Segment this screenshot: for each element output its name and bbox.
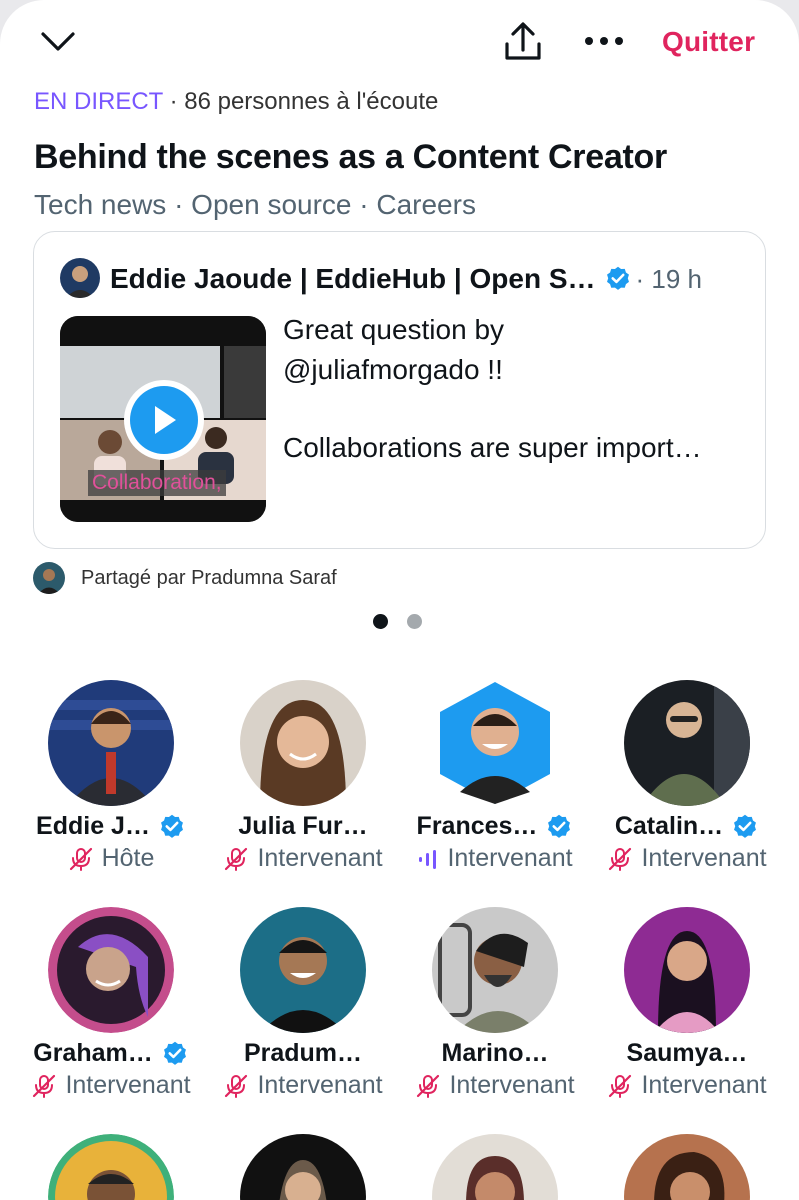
quit-button[interactable]: Quitter — [662, 22, 755, 62]
participant-name: Saumya… — [626, 1039, 748, 1067]
participant[interactable]: Julia Fur… Intervenant — [208, 680, 398, 890]
tweet-author: Eddie Jaoude | EddieHub | Open S… · 19 h — [110, 258, 702, 300]
shared-by-text: Partagé par Pradumna Saraf — [81, 566, 337, 589]
chevron-down-icon[interactable] — [36, 22, 80, 62]
participant-avatar — [432, 907, 558, 1033]
tweet-line — [283, 390, 753, 428]
participant[interactable]: Marino… Intervenant — [400, 907, 590, 1117]
pagination-dots — [373, 614, 441, 629]
space-sheet: Quitter EN DIRECT · 86 personnes à l'éco… — [0, 0, 799, 1200]
play-icon — [155, 406, 176, 434]
participant-name: Marino… — [441, 1039, 549, 1067]
mic-muted-icon — [225, 847, 248, 871]
tweet-line: Great question by — [283, 314, 505, 345]
participant-avatar[interactable] — [432, 1134, 558, 1200]
shared-by: Partagé par Pradumna Saraf — [33, 562, 337, 594]
participant-avatar — [624, 907, 750, 1033]
participant-avatar[interactable] — [48, 1134, 174, 1200]
participant-role: Intervenant — [208, 844, 398, 873]
tweet-line: @juliafmorgado !! — [283, 354, 503, 385]
tweet-time: · 19 h — [635, 263, 703, 294]
sharer-avatar — [33, 562, 65, 594]
participant-role: Hôte — [16, 844, 206, 873]
participant-role: Intervenant — [592, 1071, 782, 1100]
tweet-author-avatar — [60, 258, 100, 298]
space-title: Behind the scenes as a Content Creator — [34, 138, 667, 176]
mic-muted-icon — [225, 1074, 248, 1098]
tweet-author-name: Eddie Jaoude | EddieHub | Open S… — [110, 263, 596, 294]
participant-avatar — [240, 907, 366, 1033]
mic-muted-icon — [417, 1074, 440, 1098]
verified-badge-icon — [548, 814, 571, 838]
participant-name: Frances… — [400, 812, 590, 841]
mic-muted-icon — [609, 847, 632, 871]
participant-name: Pradum… — [243, 1039, 363, 1067]
tweet-line: Collaborations are super import… — [283, 432, 702, 463]
pinned-tweet-card[interactable]: Eddie Jaoude | EddieHub | Open S… · 19 h… — [33, 231, 766, 549]
tweet-text: Great question by @juliafmorgado !! Coll… — [283, 310, 753, 468]
participant-avatar — [48, 907, 174, 1033]
participant-name: Catalin… — [592, 812, 782, 841]
participant-avatar[interactable] — [240, 1134, 366, 1200]
participant-role: Intervenant — [16, 1071, 206, 1100]
page-dot-active[interactable] — [373, 614, 388, 629]
mic-muted-icon — [609, 1074, 632, 1098]
participant-avatar — [624, 680, 750, 806]
participant-role: Intervenant — [592, 844, 782, 873]
video-caption: Collaboration, — [88, 470, 226, 496]
page-dot[interactable] — [407, 614, 422, 629]
participant[interactable]: Catalin… Intervenant — [592, 680, 782, 890]
speaking-icon — [419, 849, 437, 869]
space-header: Quitter — [0, 0, 799, 82]
verified-badge-icon — [160, 814, 183, 838]
participant[interactable]: Saumya… Intervenant — [592, 907, 782, 1117]
more-horizontal-icon[interactable] — [580, 20, 628, 62]
verified-badge-icon — [734, 814, 757, 838]
space-meta: EN DIRECT · 86 personnes à l'écoute — [34, 86, 438, 118]
participant-role: Intervenant — [208, 1071, 398, 1100]
mic-muted-icon — [33, 1074, 56, 1098]
participant-avatar — [48, 680, 174, 806]
live-badge: EN DIRECT — [34, 88, 163, 115]
participant[interactable]: Eddie J… Hôte — [16, 680, 206, 890]
space-topics: Tech news · Open source · Careers — [34, 189, 476, 220]
participant-role: Intervenant — [400, 844, 590, 873]
verified-badge-icon — [163, 1041, 186, 1065]
mic-muted-icon — [69, 847, 92, 871]
listener-count: · 86 personnes à l'écoute — [162, 88, 439, 115]
participant[interactable]: Pradum… Intervenant — [208, 907, 398, 1117]
participant-avatar — [432, 680, 558, 806]
verified-badge-icon — [606, 266, 629, 290]
play-button[interactable] — [124, 380, 204, 460]
participant-role: Intervenant — [400, 1071, 590, 1100]
participant-name: Julia Fur… — [238, 812, 368, 840]
participant-name: Graham… — [16, 1039, 206, 1068]
share-icon[interactable] — [500, 18, 546, 64]
participant-name: Eddie J… — [16, 812, 206, 841]
participant[interactable]: Graham… Intervenant — [16, 907, 206, 1117]
participant[interactable]: Frances… Intervenant — [400, 680, 590, 890]
video-thumbnail[interactable]: Collaboration, — [60, 316, 266, 522]
participant-avatar — [240, 680, 366, 806]
participant-avatar[interactable] — [624, 1134, 750, 1200]
